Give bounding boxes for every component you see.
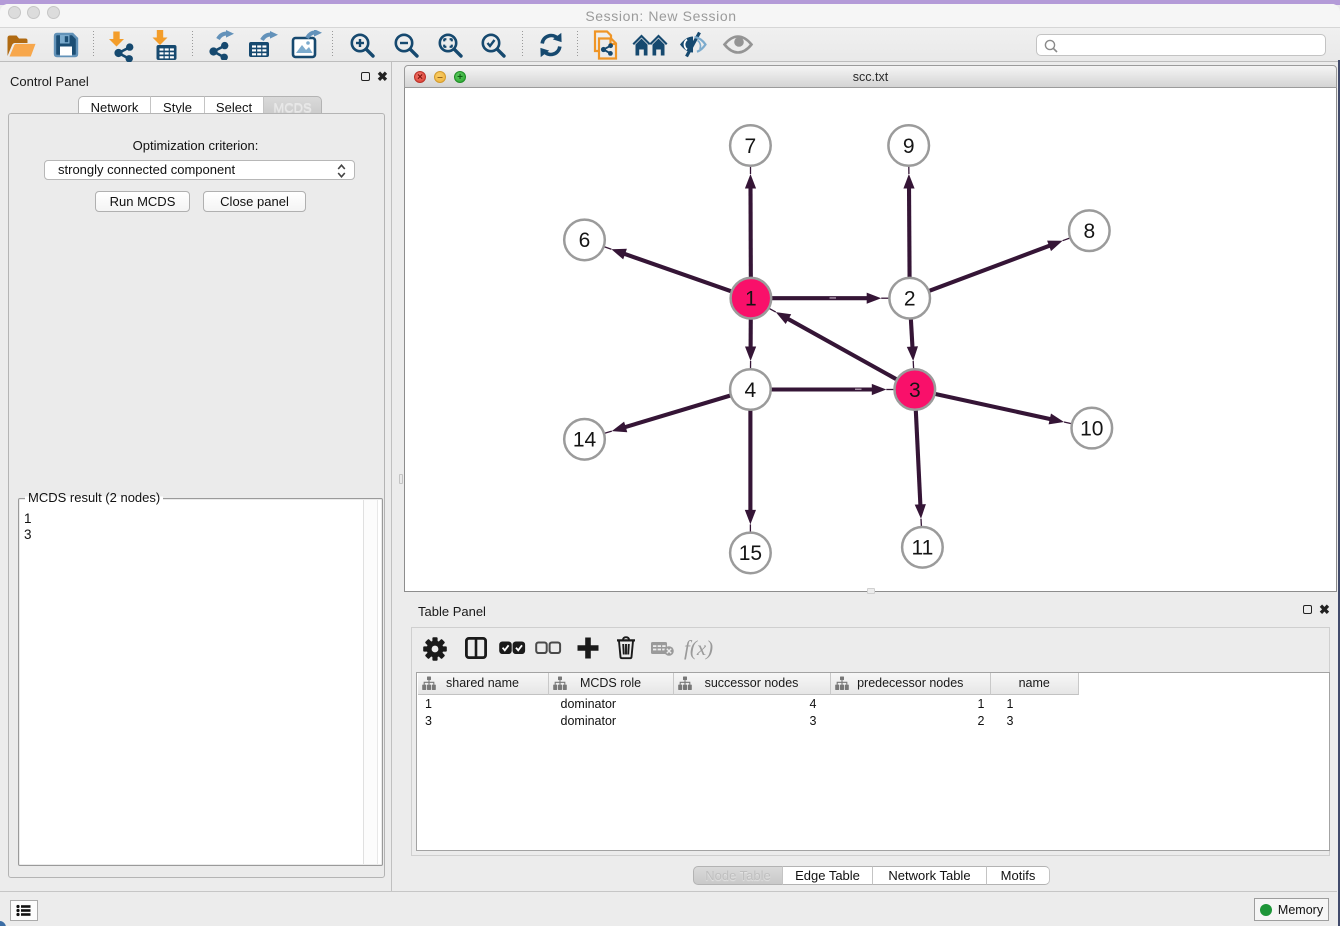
svg-text:3: 3 (909, 379, 921, 402)
svg-text:14: 14 (573, 429, 597, 452)
svg-text:6: 6 (579, 229, 591, 252)
svg-text:1: 1 (745, 288, 757, 311)
svg-text:15: 15 (739, 542, 762, 565)
svg-text:10: 10 (1080, 417, 1103, 440)
svg-text:11: 11 (911, 537, 933, 560)
svg-text:2: 2 (904, 288, 916, 311)
svg-text:9: 9 (903, 135, 915, 158)
svg-text:4: 4 (745, 379, 757, 402)
svg-text:7: 7 (745, 135, 757, 158)
svg-text:8: 8 (1083, 220, 1095, 243)
